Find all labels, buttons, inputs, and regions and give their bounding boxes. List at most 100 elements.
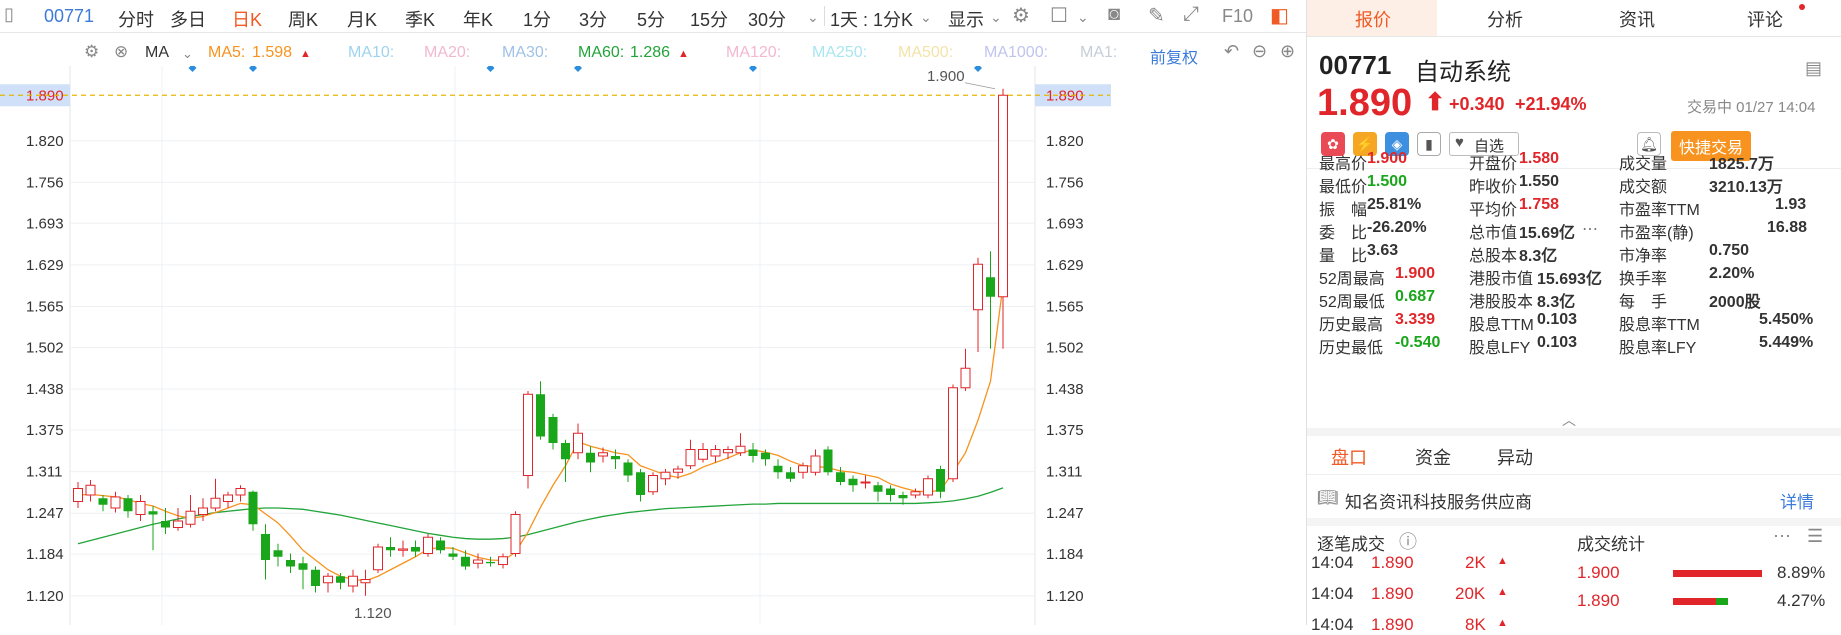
settings-gear-icon[interactable]: ⚙ (84, 42, 99, 62)
fullscreen-icon[interactable]: ⤢ (1183, 3, 1199, 26)
camera-icon[interactable]: ◙ (1108, 3, 1120, 26)
stat-value: 1.93 (1775, 196, 1807, 213)
stat-label: 历史最高 (1319, 317, 1384, 334)
tab-15min[interactable]: 15分 (690, 6, 728, 32)
tab-quote[interactable]: 报价 (1355, 6, 1391, 32)
stat-label: 委 比 (1319, 225, 1368, 242)
chevron-down-icon[interactable]: ⌄ (990, 9, 1002, 26)
combined-period-select[interactable]: 1天 : 1分K (830, 6, 913, 32)
candle-body (898, 495, 908, 499)
y-tick-label-right: 1.693 (1046, 215, 1084, 232)
stat-value: -26.20% (1367, 219, 1427, 236)
tab-yearly-k[interactable]: 年K (463, 6, 493, 32)
zoom-out-icon[interactable]: ⊖ (1252, 41, 1267, 62)
tab-3min[interactable]: 3分 (579, 6, 607, 32)
more-info-icon[interactable]: ⋯ (1582, 219, 1598, 239)
stat-value: 5.449% (1759, 334, 1814, 351)
tab-comments[interactable]: 评论 (1747, 6, 1783, 32)
candle-body (436, 540, 445, 551)
y-tick-label-right: 1.184 (1046, 546, 1084, 563)
f10-button[interactable]: F10 (1222, 6, 1253, 27)
tab-order-book[interactable]: 盘口 (1331, 444, 1367, 470)
trade-price: 1.890 (1371, 615, 1414, 634)
candle-body (110, 496, 121, 509)
candle-body (998, 94, 1008, 298)
y-tick-label-right: 1.438 (1046, 381, 1084, 398)
ma500-label: MA500: (898, 44, 954, 61)
ma5-label: MA5: (208, 44, 246, 61)
help-icon[interactable]: ⓘ (1399, 528, 1417, 554)
tab-capital[interactable]: 资金 (1415, 444, 1451, 470)
ma120-label: MA120: (726, 44, 782, 61)
tab-5min[interactable]: 5分 (637, 6, 665, 32)
list-icon[interactable]: ☰ (1807, 526, 1823, 547)
ma1-label: MA1: (1080, 44, 1118, 61)
candle-body (248, 491, 258, 525)
chevron-down-icon[interactable]: ⌄ (920, 9, 932, 26)
display-menu[interactable]: 显示 (948, 6, 984, 32)
high-label-pointer (964, 82, 996, 90)
event-marker-icon (574, 66, 582, 72)
stock-code: 00771 (1319, 50, 1392, 80)
stat-label: 成交量 (1619, 156, 1668, 173)
tab-anomaly[interactable]: 异动 (1497, 444, 1533, 470)
up-arrow-icon: ▲ (1497, 586, 1508, 598)
stat-label: 昨收价 (1469, 179, 1518, 196)
detail-link[interactable]: 详情 (1780, 488, 1814, 513)
candle-body (348, 575, 358, 587)
tab-daily-k[interactable]: 日K (232, 6, 262, 32)
y-tick-label-right: 1.502 (1046, 339, 1084, 356)
y-tick-label-left: 1.629 (26, 257, 64, 274)
y-tick-label-left: 1.120 (26, 588, 64, 605)
candle-body (210, 497, 221, 509)
trades-title: 逐笔成交 (1317, 535, 1385, 554)
candle-body (261, 534, 270, 560)
tab-multiday[interactable]: 多日 (170, 6, 206, 32)
y-tick-label-left: 1.756 (26, 174, 64, 191)
y-tick-label-left: 1.565 (26, 299, 64, 316)
y-tick-label-left: 1.502 (26, 339, 64, 356)
adjust-select[interactable]: 前复权 (1150, 44, 1198, 68)
zoom-in-icon[interactable]: ⊕ (1280, 41, 1295, 62)
stat-label: 总股本 (1469, 248, 1518, 265)
panel-toggle-icon[interactable]: ◧ (1270, 3, 1289, 28)
tab-30min[interactable]: 30分 (748, 6, 786, 32)
dist-bar-buy (1673, 570, 1762, 577)
list-icon[interactable]: ▤ (1805, 58, 1822, 79)
candle-body (323, 575, 333, 584)
tab-weekly-k[interactable]: 周K (288, 6, 318, 32)
tab-quarterly-k[interactable]: 季K (405, 6, 435, 32)
chevron-down-icon[interactable]: ⌄ (1077, 9, 1089, 26)
candle-body (773, 465, 783, 473)
tab-timeshare[interactable]: 分时 (118, 6, 154, 32)
square-icon[interactable]: ☐ (1050, 3, 1068, 28)
candle-body (85, 484, 96, 496)
candle-body (986, 277, 995, 297)
stat-label: 52周最低 (1319, 294, 1385, 311)
tab-monthly-k[interactable]: 月K (347, 6, 377, 32)
candlestick-chart[interactable]: 1.8901.8901.8201.8201.7561.7561.6931.693… (0, 66, 1306, 625)
y-tick-label-right: 1.629 (1046, 257, 1084, 274)
tab-news[interactable]: 资讯 (1619, 6, 1655, 32)
close-icon[interactable]: ⊗ (114, 42, 128, 62)
pencil-icon[interactable]: ✎ (1148, 3, 1165, 28)
candle-body (198, 507, 208, 515)
chevron-up-icon[interactable]: ︿ (1562, 410, 1576, 430)
chevron-down-icon[interactable]: ⌄ (807, 9, 819, 26)
sidebar-toggle-icon[interactable]: ▯ (4, 4, 14, 25)
stat-label: 港股市值 (1469, 271, 1534, 288)
dist-price: 1.890 (1577, 591, 1620, 610)
stat-value: 2000股 (1709, 294, 1761, 311)
ma-selector[interactable]: MA (145, 44, 169, 62)
more-icon[interactable]: ⋯ (1773, 526, 1791, 547)
undo-icon[interactable]: ↶ (1224, 41, 1239, 62)
candle-body (848, 478, 858, 486)
tab-1min[interactable]: 1分 (523, 6, 551, 32)
stat-value: 1.758 (1519, 196, 1560, 213)
tab-analysis[interactable]: 分析 (1487, 6, 1523, 32)
chevron-down-icon[interactable]: ⌄ (182, 46, 193, 62)
bookmark-icon[interactable]: ▮ (1417, 132, 1441, 156)
settings-gear-icon[interactable]: ⚙ (1012, 3, 1030, 28)
stat-value: 25.81% (1367, 196, 1422, 213)
ma60-value: 1.286 (630, 44, 671, 61)
